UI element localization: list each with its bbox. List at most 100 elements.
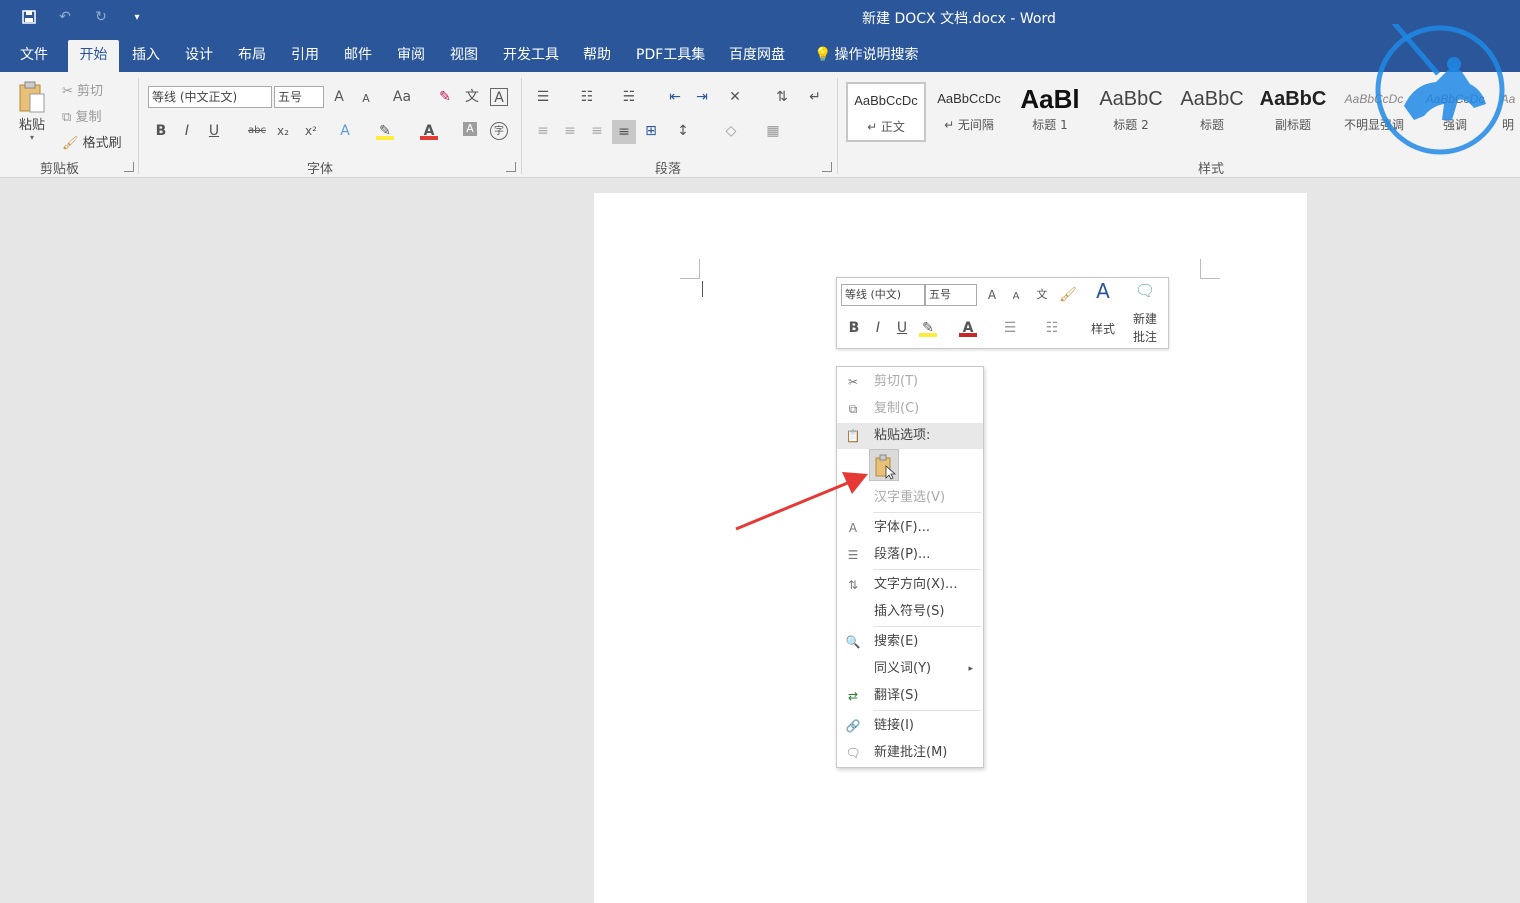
cut-button[interactable]: ✂ 剪切 — [62, 80, 103, 99]
subscript-button[interactable]: x₂ — [274, 122, 292, 140]
numbering-icon[interactable]: ☷ — [578, 88, 596, 106]
bullets-icon[interactable]: ☰ — [534, 88, 552, 106]
tab-home[interactable]: 开始 — [68, 40, 119, 72]
show-marks-icon[interactable]: ↵ — [806, 88, 824, 106]
font-size-box[interactable]: 五号 — [274, 86, 324, 108]
menu-item-search[interactable]: 🔍 搜索(E) — [837, 629, 983, 655]
phonetic-guide-icon[interactable]: 文 — [463, 88, 481, 106]
distributed-icon[interactable]: ⊞ — [642, 122, 660, 140]
grow-font-icon[interactable]: A — [330, 88, 348, 106]
customize-icon[interactable]: ▾ — [126, 6, 148, 28]
mini-bullets-icon[interactable]: ☰ — [1001, 319, 1019, 337]
menu-item-translate[interactable]: ⇄ 翻译(S) — [837, 683, 983, 709]
menu-item-new-comment[interactable]: 🗨 新建批注(M) — [837, 740, 983, 766]
text-effects-icon[interactable]: A — [336, 122, 354, 140]
mini-italic-button[interactable]: I — [869, 319, 887, 337]
align-right-icon[interactable]: ≡ — [588, 122, 606, 140]
superscript-button[interactable]: x² — [302, 122, 320, 140]
new-comment-icon[interactable]: 🗨 — [1135, 282, 1155, 300]
highlight-color-icon[interactable]: ✎ — [376, 122, 394, 140]
char-border-icon[interactable]: A — [490, 88, 508, 106]
menu-item-link[interactable]: 🔗 链接(I) — [837, 713, 983, 739]
tell-me-search[interactable]: 💡 操作说明搜索 — [806, 40, 926, 72]
tab-pdf-tools[interactable]: PDF工具集 — [628, 40, 713, 72]
format-painter-button[interactable]: 🖌 格式刷 — [62, 132, 122, 151]
align-center-icon[interactable]: ≡ — [561, 122, 579, 140]
mini-underline-button[interactable]: U — [893, 319, 911, 337]
style-heading-2[interactable]: AaBbC 标题 2 — [1091, 82, 1171, 142]
change-case-icon[interactable]: Aa — [389, 88, 415, 106]
mini-font-name-box[interactable]: 等线 (中文) — [841, 284, 925, 306]
mini-grow-font-icon[interactable]: A — [983, 286, 1001, 304]
clipboard-launcher-icon[interactable] — [124, 162, 134, 172]
menu-item-text-direction[interactable]: ⇅ 文字方向(X)... — [837, 572, 983, 598]
tab-insert[interactable]: 插入 — [124, 40, 168, 72]
copy-icon: ⧉ — [848, 402, 858, 416]
font-group-label: 字体 — [307, 162, 334, 177]
mini-font-color-icon[interactable]: A — [959, 319, 977, 337]
font-launcher-icon[interactable] — [506, 162, 516, 172]
font-color-icon[interactable]: A — [420, 122, 438, 140]
mini-font-size-box[interactable]: 五号 — [925, 284, 977, 306]
mini-new-comment-label[interactable]: 批注 — [1133, 328, 1157, 345]
tab-mailings[interactable]: 邮件 — [336, 40, 380, 72]
paste-dropdown-icon[interactable]: ▾ — [12, 133, 52, 142]
mini-format-painter-icon[interactable]: 🖌 — [1059, 286, 1077, 304]
style-title[interactable]: AaBbC 标题 — [1172, 82, 1252, 142]
mini-styles-label[interactable]: 样式 — [1091, 320, 1115, 337]
bold-button[interactable]: B — [152, 122, 170, 140]
underline-button[interactable]: U — [205, 122, 223, 140]
align-left-icon[interactable]: ≡ — [534, 122, 552, 140]
tab-references[interactable]: 引用 — [283, 40, 327, 72]
style-heading-1[interactable]: AaBl 标题 1 — [1010, 82, 1090, 142]
paste-button[interactable]: 粘贴 ▾ — [12, 80, 52, 152]
menu-item-synonyms[interactable]: 同义词(Y) ▸ — [837, 656, 983, 682]
tab-view[interactable]: 视图 — [442, 40, 486, 72]
menu-item-paragraph[interactable]: ☰ 段落(P)... — [837, 542, 983, 568]
italic-button[interactable]: I — [178, 122, 196, 140]
tab-developer[interactable]: 开发工具 — [495, 40, 567, 72]
char-shading-icon[interactable]: A — [463, 122, 477, 136]
tab-help[interactable]: 帮助 — [575, 40, 619, 72]
tab-design[interactable]: 设计 — [177, 40, 221, 72]
mini-numbering-icon[interactable]: ☷ — [1043, 319, 1061, 337]
redo-icon[interactable]: ↻ — [90, 6, 112, 28]
undo-icon[interactable]: ↶ — [54, 6, 76, 28]
style-no-spacing[interactable]: AaBbCcDc ↵ 无间隔 — [929, 82, 1009, 142]
sort-icon[interactable]: ⇅ — [773, 88, 791, 106]
shading-icon[interactable]: ◇ — [722, 122, 740, 140]
strikethrough-button[interactable]: abc — [246, 122, 268, 140]
decrease-indent-icon[interactable]: ⇤ — [666, 88, 684, 106]
mini-phonetic-icon[interactable]: 文 — [1033, 286, 1051, 304]
chinese-layout-icon[interactable]: ✕ — [726, 88, 744, 106]
line-spacing-icon[interactable]: ↕ — [674, 122, 692, 140]
font-name-box[interactable]: 等线 (中文正文) — [148, 86, 272, 108]
menu-item-copy[interactable]: ⧉ 复制(C) — [837, 396, 983, 422]
tab-review[interactable]: 审阅 — [389, 40, 433, 72]
menu-item-cut[interactable]: ✂ 剪切(T) — [837, 369, 983, 395]
menu-item-insert-symbol[interactable]: 插入符号(S) — [837, 599, 983, 625]
menu-item-label: 链接(I) — [874, 718, 914, 733]
mini-highlight-icon[interactable]: ✎ — [919, 319, 937, 337]
save-icon[interactable] — [18, 6, 40, 28]
borders-icon[interactable]: ▦ — [764, 122, 782, 140]
multilevel-list-icon[interactable]: ☵ — [620, 88, 638, 106]
menu-separator — [873, 512, 981, 513]
mini-shrink-font-icon[interactable]: A — [1007, 288, 1025, 306]
style-normal[interactable]: AaBbCcDc ↵ 正文 — [846, 82, 926, 142]
paragraph-launcher-icon[interactable] — [822, 162, 832, 172]
increase-indent-icon[interactable]: ⇥ — [693, 88, 711, 106]
enclose-char-icon[interactable]: 字 — [490, 122, 508, 140]
mini-bold-button[interactable]: B — [845, 319, 863, 337]
lightbulb-icon: 💡 — [814, 47, 832, 63]
mini-styles-icon[interactable]: A — [1091, 281, 1115, 308]
tab-file[interactable]: 文件 — [12, 40, 56, 72]
shrink-font-icon[interactable]: A — [357, 90, 375, 108]
copy-button[interactable]: ⧉ 复制 — [62, 106, 101, 125]
style-subtitle[interactable]: AaBbC 副标题 — [1253, 82, 1333, 142]
mini-new-comment-label[interactable]: 新建 — [1133, 310, 1157, 327]
justify-icon[interactable]: ≡ — [612, 120, 636, 144]
tab-layout[interactable]: 布局 — [230, 40, 274, 72]
clear-formatting-icon[interactable]: ✎ — [436, 88, 454, 106]
tab-baidu-netdisk[interactable]: 百度网盘 — [721, 40, 793, 72]
